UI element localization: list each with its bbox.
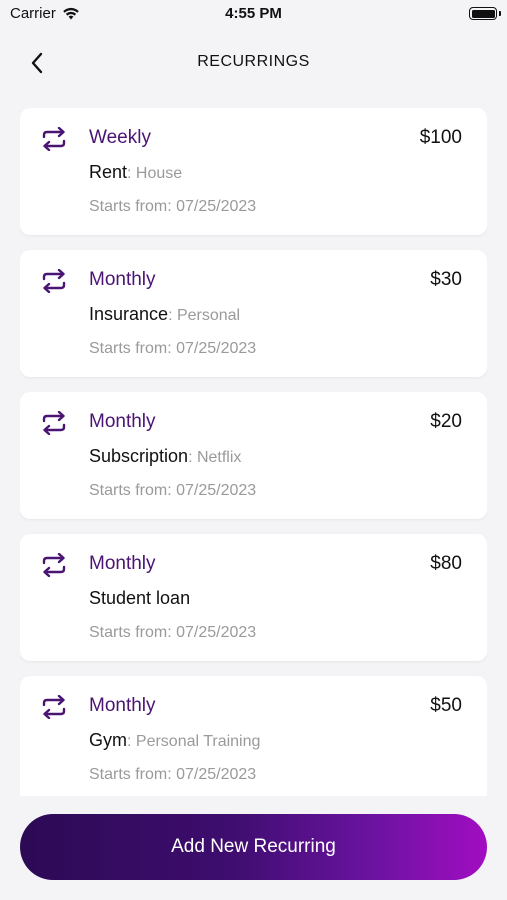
repeat-icon: [42, 553, 66, 577]
repeat-icon: [42, 269, 66, 293]
battery-icon: [469, 7, 497, 20]
amount-label: $80: [430, 553, 462, 574]
recurring-name: Subscription: [89, 446, 189, 466]
start-date-label: Starts from: 07/25/2023: [89, 198, 257, 215]
status-bar: Carrier 4:55 PM: [0, 0, 507, 30]
repeat-icon: [42, 127, 66, 151]
amount-label: $50: [430, 695, 462, 716]
recurring-category: : Personal Training: [127, 733, 261, 750]
recurring-name-line: Student loan: [89, 588, 190, 609]
start-date-label: Starts from: 07/25/2023: [89, 482, 257, 499]
recurring-name-line: Subscription: Netflix: [89, 446, 241, 467]
recurring-card[interactable]: Monthly $30 Insurance: Personal Starts f…: [20, 250, 487, 377]
recurring-category: : Netflix: [188, 449, 242, 466]
recurring-name: Gym: [89, 730, 127, 750]
recurring-card[interactable]: Monthly $80 Student loan Starts from: 07…: [20, 534, 487, 661]
frequency-label: Monthly: [89, 695, 156, 716]
recurring-card[interactable]: Monthly $50 Gym: Personal Training Start…: [20, 676, 487, 796]
recurring-category: : Personal: [168, 307, 241, 324]
recurring-card[interactable]: Weekly $100 Rent: House Starts from: 07/…: [20, 108, 487, 235]
frequency-label: Monthly: [89, 553, 156, 574]
recurring-card[interactable]: Monthly $20 Subscription: Netflix Starts…: [20, 392, 487, 519]
amount-label: $30: [430, 269, 462, 290]
add-new-recurring-button[interactable]: Add New Recurring: [20, 814, 487, 880]
battery-level: [471, 9, 495, 18]
page-title: RECURRINGS: [197, 53, 310, 70]
recurring-category: : House: [127, 165, 183, 182]
amount-label: $100: [419, 127, 462, 148]
recurrings-screen: Carrier 4:55 PM RECURRINGS Weekly $100 R…: [0, 0, 507, 900]
start-date-label: Starts from: 07/25/2023: [89, 624, 257, 641]
recurring-name-line: Gym: Personal Training: [89, 730, 260, 751]
start-date-label: Starts from: 07/25/2023: [89, 340, 257, 357]
recurring-list[interactable]: Weekly $100 Rent: House Starts from: 07/…: [20, 108, 487, 796]
frequency-label: Monthly: [89, 411, 156, 432]
recurring-name: Student loan: [89, 588, 191, 608]
repeat-icon: [42, 411, 66, 435]
frequency-label: Monthly: [89, 269, 156, 290]
recurring-name: Rent: [89, 162, 128, 182]
recurring-name: Insurance: [89, 304, 169, 324]
navigation-header: RECURRINGS: [0, 40, 507, 84]
recurring-name-line: Rent: House: [89, 162, 182, 183]
repeat-icon: [42, 695, 66, 719]
battery-cap: [499, 11, 501, 16]
status-time: 4:55 PM: [225, 5, 282, 22]
frequency-label: Weekly: [89, 127, 151, 148]
start-date-label: Starts from: 07/25/2023: [89, 766, 257, 783]
amount-label: $20: [430, 411, 462, 432]
recurring-name-line: Insurance: Personal: [89, 304, 240, 325]
